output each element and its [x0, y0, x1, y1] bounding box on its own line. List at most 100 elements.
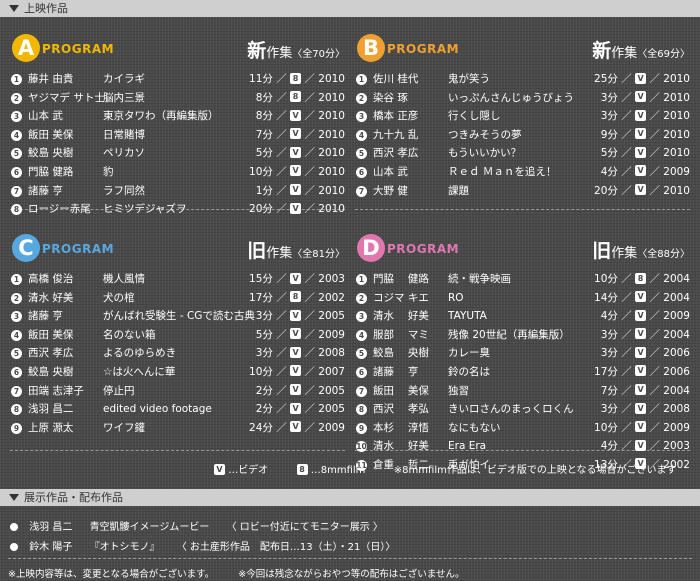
list-item: 3 清水 好美 TAYUTA 4分 ／ V ／ 2009: [355, 307, 690, 326]
work-title: ペリカソ: [103, 147, 145, 160]
format-icon: V: [635, 309, 647, 321]
work-title: 東京タワわ（再編集版）: [103, 110, 219, 123]
item-number-badge: 1: [11, 74, 22, 85]
work-length: 3分: [600, 403, 618, 416]
format-icon: 8: [290, 291, 302, 303]
program-header: D PROGRAM 旧作集〈全88分〉: [355, 230, 690, 266]
item-number-badge: 2: [356, 292, 367, 304]
separator: ／: [617, 291, 636, 304]
separator: ／: [646, 91, 664, 104]
work-meta: 11分 ／ 8 ／ 2010: [249, 70, 345, 89]
work-meta: 3分 ／ V ／ 2005: [256, 307, 345, 326]
separator: ／: [272, 273, 291, 285]
program-list: 1 佐川 桂代 鬼が笑う 25分 ／ V ／ 2010 2 染谷 琢 いっぷんさんじゅうびょ…: [355, 70, 690, 200]
work-length: 8分: [255, 91, 273, 104]
work-year: 2008: [663, 403, 690, 416]
work-length: 1分: [255, 184, 273, 197]
format-icon: V: [635, 165, 647, 177]
work-year: 2004: [663, 273, 690, 285]
work-length: 14分: [594, 291, 618, 304]
format-icon: V: [290, 184, 302, 196]
separator: ／: [617, 165, 636, 178]
format-icon: V: [635, 91, 647, 103]
item-number-badge: 4: [356, 329, 367, 341]
format-icon: V: [635, 291, 647, 303]
separator: ／: [301, 310, 319, 323]
format-icon: V: [635, 384, 647, 396]
work-title: 独習: [448, 384, 469, 397]
exhibit-note: 〈 ロビー付近にてモニター展示 〉: [226, 522, 383, 533]
work-title: Ｒｅｄ Ｍａｎを追え！: [448, 165, 557, 178]
format-icon: V: [290, 365, 302, 377]
footer-note-1: ※上映内容等は、変更となる場合がございます。: [8, 569, 215, 580]
program-kind: 新作集〈全70分〉: [247, 36, 345, 63]
work-meta: 17分 ／ 8 ／ 2002: [249, 289, 345, 308]
work-meta: 14分 ／ V ／ 2004: [594, 289, 690, 308]
item-number-badge: 5: [11, 348, 22, 360]
format-icon: V: [290, 272, 302, 284]
program-letter-badge: A: [12, 34, 40, 62]
program-list: 1 門脇 健路 続・戦争映画 10分 ／ 8 ／ 2004 2 コジマ キエ RO 14分 ／…: [355, 270, 690, 475]
work-meta: 10分 ／ V ／ 2007: [249, 363, 345, 382]
exhibit-section-header: 展示作品・配布作品: [0, 489, 700, 506]
separator: ／: [272, 128, 291, 141]
separator: ／: [301, 421, 319, 434]
program-total-minutes: 〈全88分〉: [637, 249, 690, 260]
work-title: edited video footage: [103, 403, 212, 416]
item-number-badge: 3: [356, 111, 367, 123]
work-meta: 3分 ／ V ／ 2006: [601, 344, 690, 363]
separator: ／: [617, 403, 636, 416]
artist-name: 上原 源太: [28, 421, 74, 434]
format-icon: V: [290, 346, 302, 358]
list-item: 8 ロージー赤尾 ヒミツデジャズヲ 20分 ／ V ／ 2010: [10, 200, 345, 219]
work-length: 17分: [249, 291, 273, 304]
work-meta: 20分 ／ V ／ 2010: [594, 182, 690, 201]
list-item: 4 飯田 美保 日常賭博 7分 ／ V ／ 2010: [10, 126, 345, 145]
work-meta: 5分 ／ V ／ 2009: [256, 326, 345, 345]
separator: ／: [646, 310, 664, 323]
list-item: 3 山本 武 東京タワわ（再編集版） 8分 ／ V ／ 2010: [10, 107, 345, 126]
separator: ／: [617, 440, 636, 453]
separator: ／: [272, 384, 291, 397]
work-year: 2007: [318, 365, 345, 378]
footer-note-2: ※今回は残念ながらおやつ等の配布はございません。: [238, 569, 465, 580]
work-year: 2004: [663, 291, 690, 304]
film-format-icon: 8: [296, 463, 308, 475]
program-panel-a: A PROGRAM 新作集〈全70分〉 1 藤井 由貴 カイラギ 11分 ／ 8 ／ 201…: [10, 30, 345, 216]
separator: ／: [646, 73, 664, 85]
work-length: 7分: [600, 384, 618, 397]
work-meta: 10分 ／ 8 ／ 2004: [594, 270, 690, 289]
separator: ／: [272, 203, 291, 216]
work-title: 豹: [103, 165, 114, 178]
separator: ／: [272, 184, 291, 197]
separator: ／: [301, 328, 319, 341]
format-icon: V: [635, 184, 647, 196]
program-panel-b: B PROGRAM 新作集〈全69分〉 1 佐川 桂代 鬼が笑う 25分 ／ V ／ 201…: [355, 30, 690, 210]
list-item: 1 藤井 由貴 カイラギ 11分 ／ 8 ／ 2010: [10, 70, 345, 89]
work-year: 2010: [663, 147, 690, 160]
separator: ／: [301, 273, 319, 285]
format-icon: V: [635, 402, 647, 414]
list-item: 1 高橋 俊治 機人風情 15分 ／ V ／ 2003: [10, 270, 345, 289]
work-title: カイラギ: [103, 73, 145, 85]
work-title: カレー臭: [448, 347, 490, 360]
list-item: 1 門脇 健路 続・戦争映画 10分 ／ 8 ／ 2004: [355, 270, 690, 289]
work-year: 2010: [318, 165, 345, 178]
work-length: 10分: [249, 165, 273, 178]
artist-name: 大野 健: [373, 184, 408, 197]
work-title: ☆は火へんに華: [103, 365, 176, 378]
item-number-badge: 10: [356, 441, 367, 453]
work-length: 4分: [600, 440, 618, 453]
work-length: 20分: [594, 184, 618, 197]
list-item: 9 上原 源太 ワイフ鑵 24分 ／ V ／ 2009: [10, 419, 345, 438]
program-panel-d: D PROGRAM 旧作集〈全88分〉 1 門脇 健路 続・戦争映画 10分 ／ 8 ／ 2…: [355, 230, 690, 471]
separator: ／: [272, 403, 291, 416]
item-number-badge: 2: [356, 92, 367, 104]
work-meta: 1分 ／ V ／ 2010: [256, 182, 345, 201]
collapse-triangle-icon: [9, 494, 19, 501]
format-icon: 8: [290, 72, 302, 84]
screening-section-title: 上映作品: [24, 2, 68, 15]
work-year: 2005: [318, 310, 345, 323]
work-year: 2010: [663, 91, 690, 104]
work-title: Era Era: [448, 440, 487, 453]
